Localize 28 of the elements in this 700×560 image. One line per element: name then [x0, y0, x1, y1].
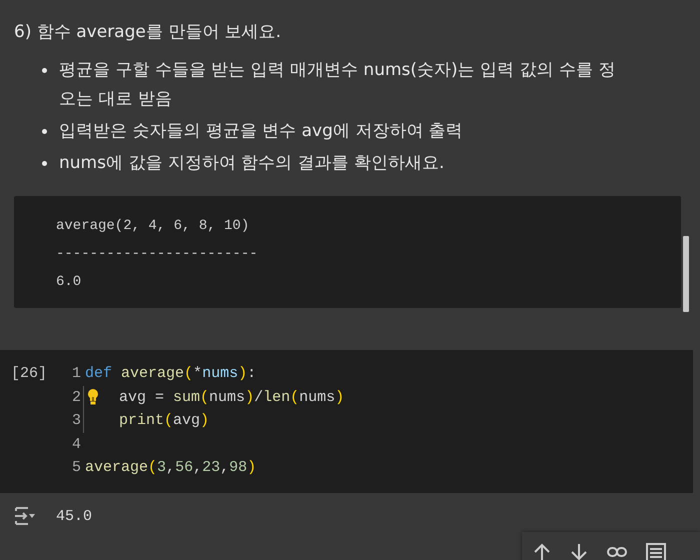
cell-output: 45.0: [56, 508, 92, 524]
bullet-icon: [42, 68, 47, 73]
line-number: 3: [70, 412, 81, 430]
code-line: print(avg): [119, 412, 210, 430]
bullet-text: 입력받은 숫자들의 평균을 변수 avg에 저장하여 출력: [59, 120, 463, 143]
bullet-icon: [42, 129, 47, 134]
bullet-text: nums에 값을 지정하여 함수의 결과를 확인하새요.: [59, 152, 444, 175]
line-number: 1: [70, 365, 81, 382]
code-line: avg = sum(nums)/len(nums): [119, 388, 344, 406]
comment-icon[interactable]: [645, 542, 667, 560]
arrow-up-icon[interactable]: [532, 542, 552, 560]
code-text: 6.0: [56, 273, 82, 292]
code-line: def average(*nums):: [85, 365, 256, 382]
line-number: 5: [70, 459, 81, 476]
line-number: 4: [70, 436, 81, 453]
arrow-down-icon[interactable]: [569, 542, 589, 560]
scrollbar[interactable]: [683, 236, 689, 312]
bullet-text: 평균을 구할 수들을 받는 입력 매개변수 nums(숫자)는 입력 값의 수를 정: [59, 59, 616, 82]
lightbulb-icon[interactable]: [87, 388, 99, 406]
code-text: ------------------------: [56, 245, 259, 264]
output-toggle-icon[interactable]: [14, 505, 36, 527]
line-number: 2: [70, 388, 81, 406]
execution-count: [26]: [10, 364, 48, 384]
code-line: average(3,56,23,98): [85, 459, 256, 476]
code-text: average(2, 4, 6, 8, 10): [56, 217, 250, 236]
bullet-icon: [42, 161, 47, 166]
cell-heading: 6) 함수 average를 만들어 보세요.: [14, 21, 282, 44]
bullet-text: 오는 대로 받음: [59, 88, 173, 111]
